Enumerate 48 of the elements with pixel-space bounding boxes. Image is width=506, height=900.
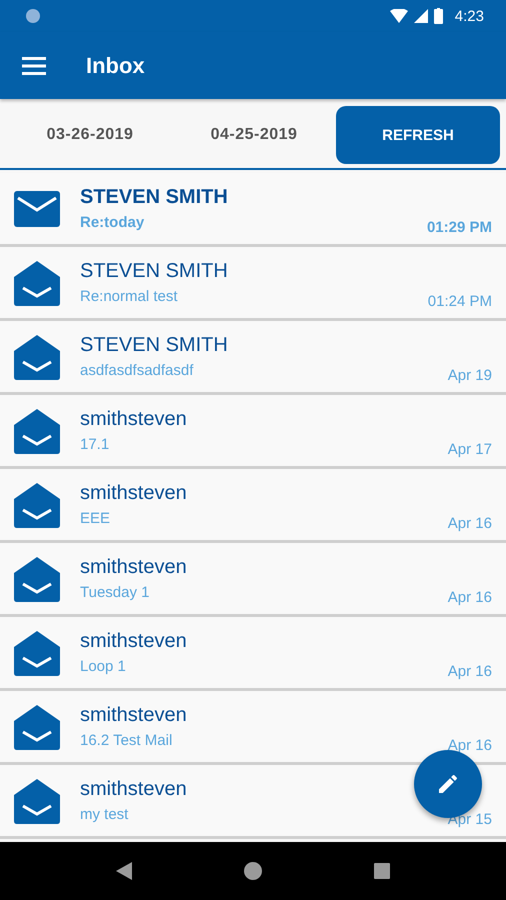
message-time: Apr 16 (448, 737, 492, 754)
message-subject: 17.1 (80, 436, 110, 453)
to-date[interactable]: 04-25-2019 (172, 126, 336, 144)
refresh-button[interactable]: REFRESH (336, 106, 500, 164)
sender-name: smithsteven (80, 704, 188, 727)
open-envelope-icon (14, 778, 60, 824)
open-envelope-icon (14, 556, 60, 602)
home-icon[interactable] (244, 862, 262, 880)
notification-dot-icon (26, 9, 40, 23)
envelope-icon (14, 190, 60, 226)
message-time: Apr 16 (448, 515, 492, 532)
message-subject: asdfasdfsadfasdf (80, 362, 194, 379)
sender-name: smithsteven (80, 482, 188, 505)
message-time: 01:24 PM (428, 293, 492, 310)
message-subject: Re:today (80, 214, 146, 231)
message-time: Apr 17 (448, 441, 492, 458)
back-icon[interactable] (116, 862, 132, 880)
open-envelope-icon (14, 704, 60, 750)
wifi-icon (390, 9, 408, 23)
message-subject: Loop 1 (80, 658, 127, 675)
from-date[interactable]: 03-26-2019 (8, 126, 172, 144)
battery-icon (434, 8, 443, 24)
open-envelope-icon (14, 630, 60, 676)
sender-name: STEVEN SMITH (80, 334, 229, 357)
screen-title: Inbox (86, 52, 145, 78)
message-subject: Re:normal test (80, 288, 179, 305)
status-time: 4:23 (454, 8, 484, 24)
pencil-icon (436, 772, 460, 796)
message-time: Apr 16 (448, 589, 492, 606)
message-subject: Tuesday 1 (80, 584, 150, 601)
sender-name: STEVEN SMITH (80, 260, 229, 283)
sender-name: smithsteven (80, 408, 188, 431)
message-subject: my test (80, 806, 130, 823)
sender-name: smithsteven (80, 630, 188, 653)
message-time: 01:29 PM (426, 219, 492, 236)
message-subject: EEE (80, 510, 112, 527)
signal-icon (414, 9, 428, 23)
message-time: Apr 16 (448, 663, 492, 680)
open-envelope-icon (14, 408, 60, 454)
open-envelope-icon (14, 334, 60, 380)
sender-name: smithsteven (80, 778, 188, 801)
menu-icon[interactable] (22, 56, 46, 74)
open-envelope-icon (14, 260, 60, 306)
open-envelope-icon (14, 482, 60, 528)
sender-name: smithsteven (80, 556, 188, 579)
message-time: Apr 19 (448, 367, 492, 384)
sender-name: STEVEN SMITH (80, 186, 229, 209)
message-subject: 16.2 Test Mail (80, 732, 174, 749)
